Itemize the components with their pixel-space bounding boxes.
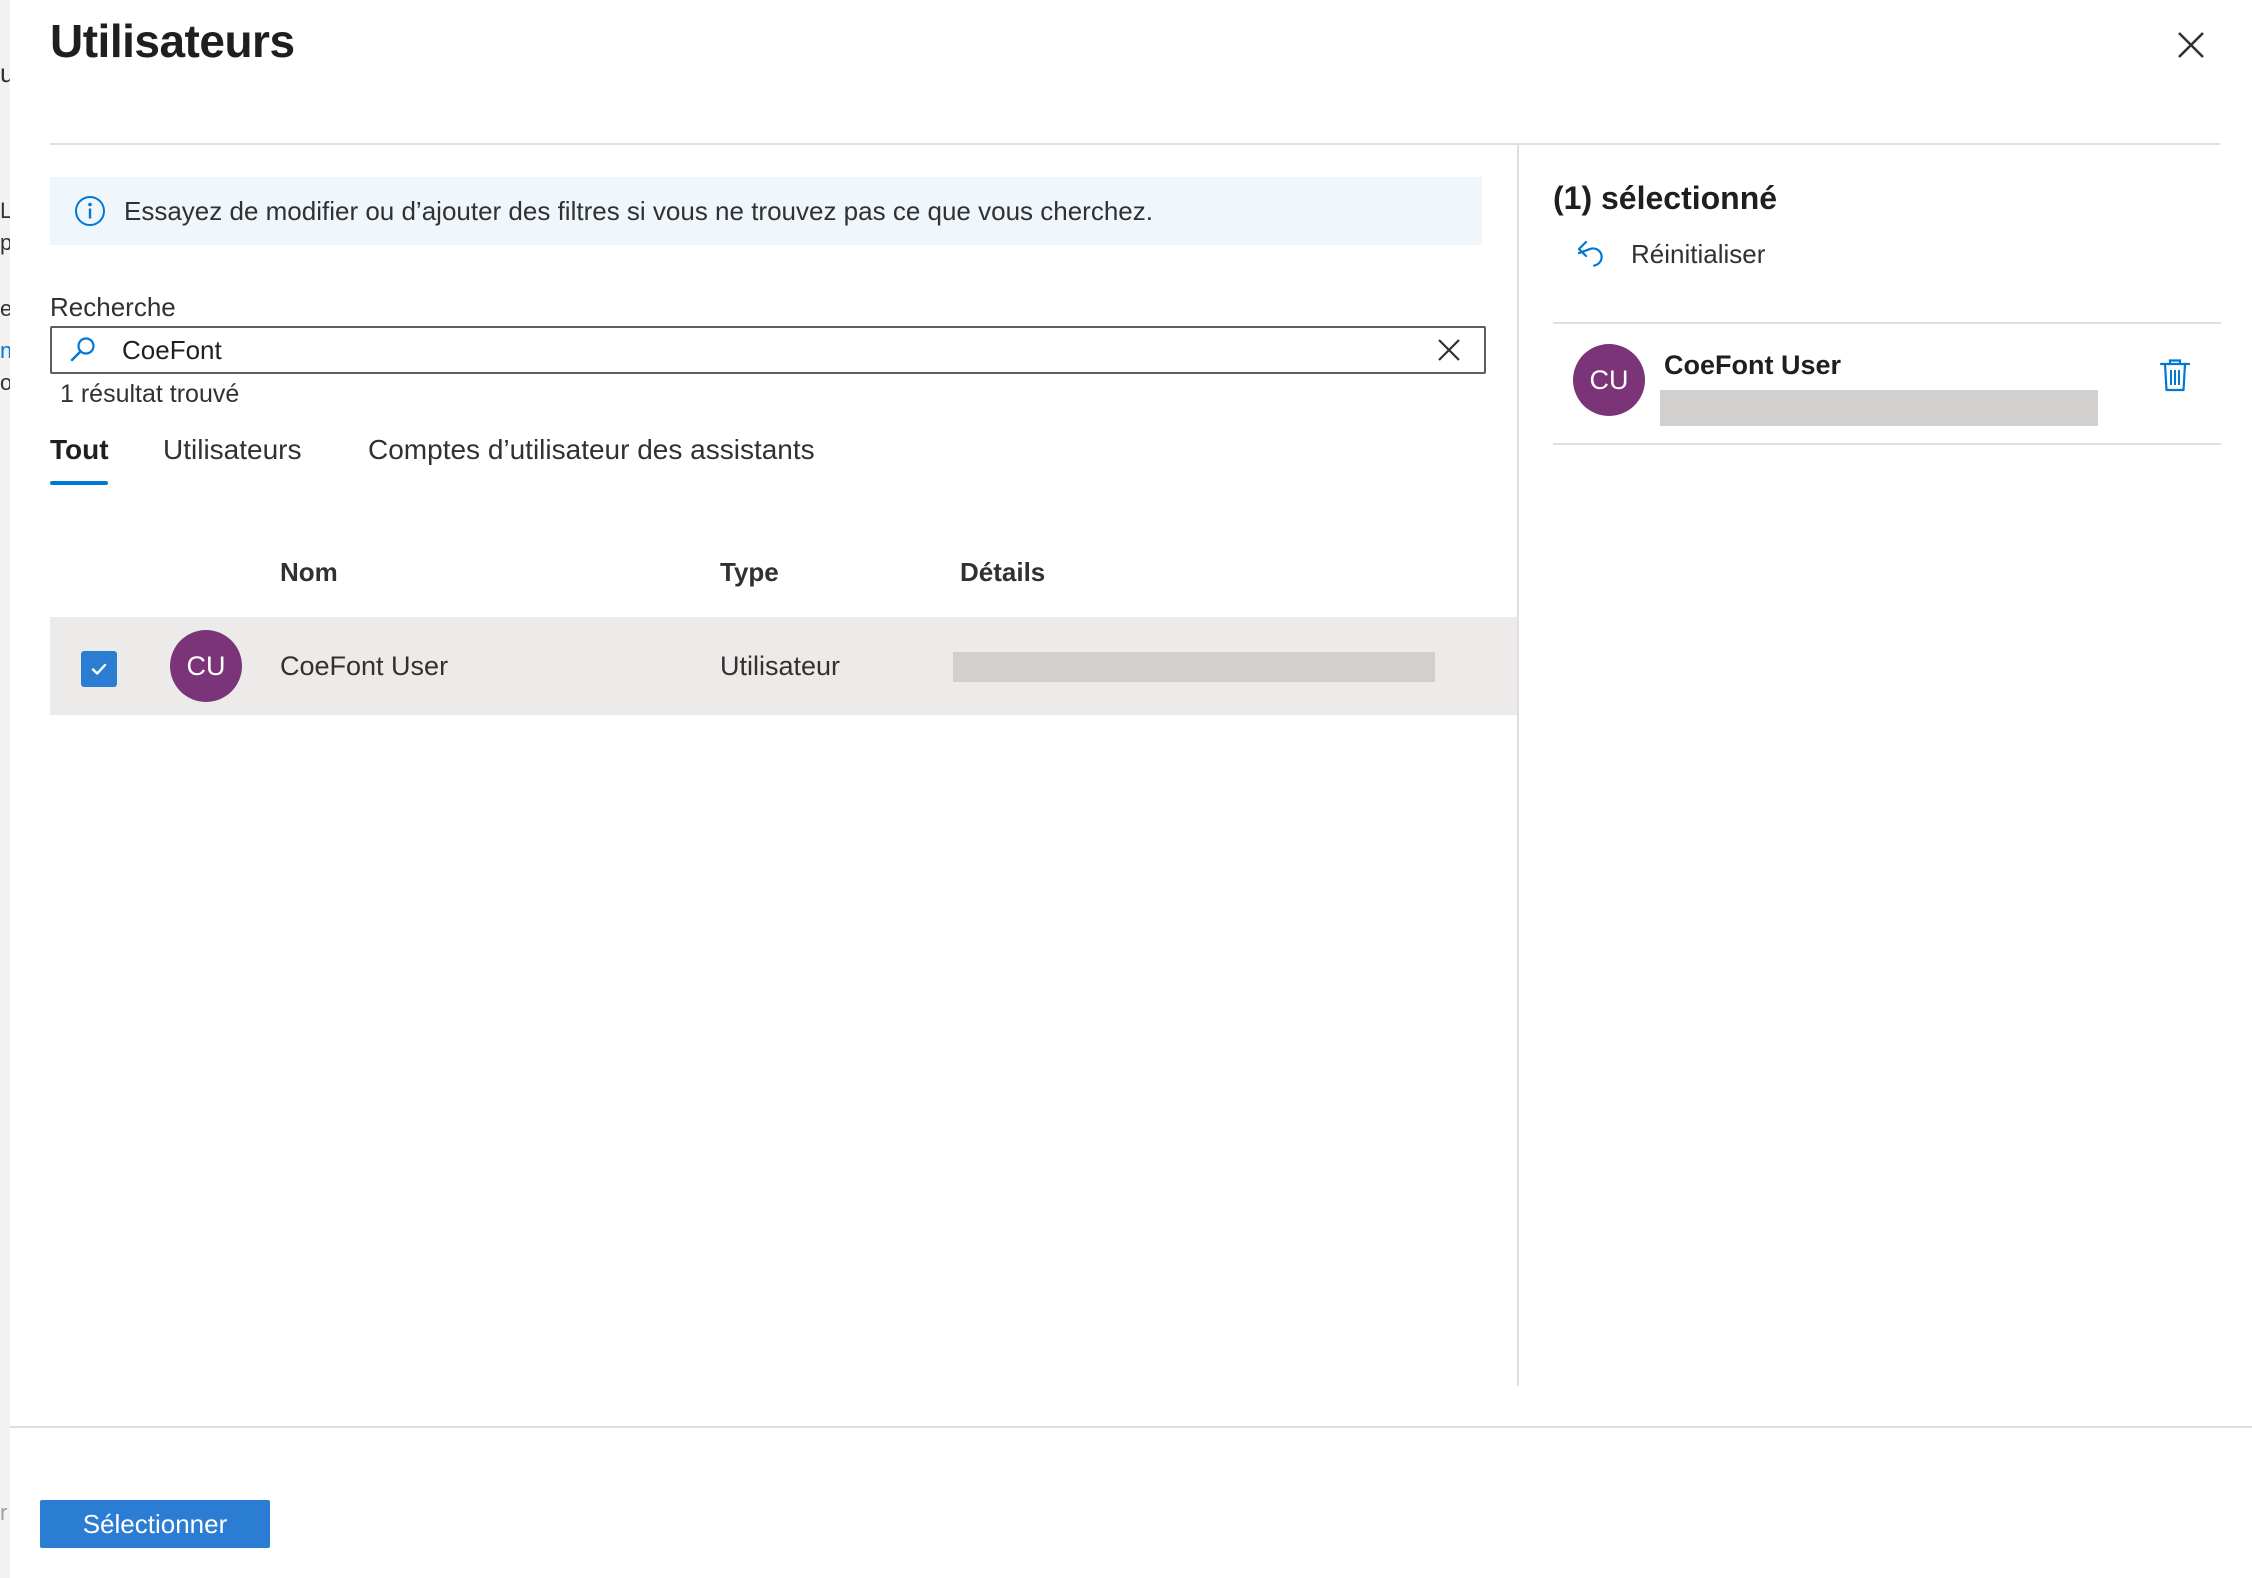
undo-icon (1577, 240, 1603, 267)
tab-all[interactable]: Tout (50, 434, 109, 466)
column-header-type[interactable]: Type (720, 557, 779, 588)
checkmark-icon (91, 663, 107, 675)
row-checkbox[interactable] (81, 651, 117, 687)
selected-avatar: CU (1573, 344, 1645, 416)
footer-divider (10, 1426, 2252, 1428)
avatar: CU (170, 630, 242, 702)
info-icon (75, 196, 105, 226)
selected-list-divider (1553, 322, 2221, 324)
selected-count-title: (1) sélectionné (1553, 180, 1778, 216)
row-name: CoeFont User (280, 651, 449, 681)
info-message-bar: Essayez de modifier ou d’ajouter des fil… (50, 177, 1482, 245)
selected-user-name: CoeFont User (1664, 350, 1842, 380)
users-picker-panel: Utilisateurs Essayez de modifier ou d’aj… (10, 0, 2252, 1578)
row-type: Utilisateur (720, 651, 841, 681)
background-text-fragment: r (0, 1500, 8, 1525)
search-icon (70, 337, 95, 362)
search-label: Recherche (50, 292, 176, 322)
column-header-name[interactable]: Nom (280, 557, 338, 588)
row-details-redacted (953, 652, 1435, 682)
header-divider (50, 143, 2220, 145)
reset-label: Réinitialiser (1631, 238, 1766, 269)
selected-list-divider (1553, 443, 2221, 445)
pane-divider (1517, 143, 1519, 1386)
info-message-text: Essayez de modifier ou d’ajouter des fil… (124, 195, 1153, 226)
search-input[interactable] (122, 334, 1432, 366)
select-button[interactable]: Sélectionner (40, 1500, 270, 1548)
close-icon[interactable] (2168, 22, 2214, 68)
tab-assistant-accounts[interactable]: Comptes d’utilisateur des assistants (368, 434, 815, 466)
tab-users[interactable]: Utilisateurs (163, 434, 301, 466)
clear-search-icon[interactable] (1432, 333, 1466, 367)
reset-button[interactable]: Réinitialiser (1573, 236, 1765, 272)
search-result-count: 1 résultat trouvé (60, 380, 240, 408)
active-tab-indicator (50, 481, 108, 485)
column-header-details[interactable]: Détails (960, 557, 1045, 588)
selected-user-details-redacted (1660, 390, 2098, 426)
search-box (50, 326, 1486, 374)
panel-title: Utilisateurs (50, 15, 295, 67)
trash-icon[interactable] (2156, 356, 2194, 394)
